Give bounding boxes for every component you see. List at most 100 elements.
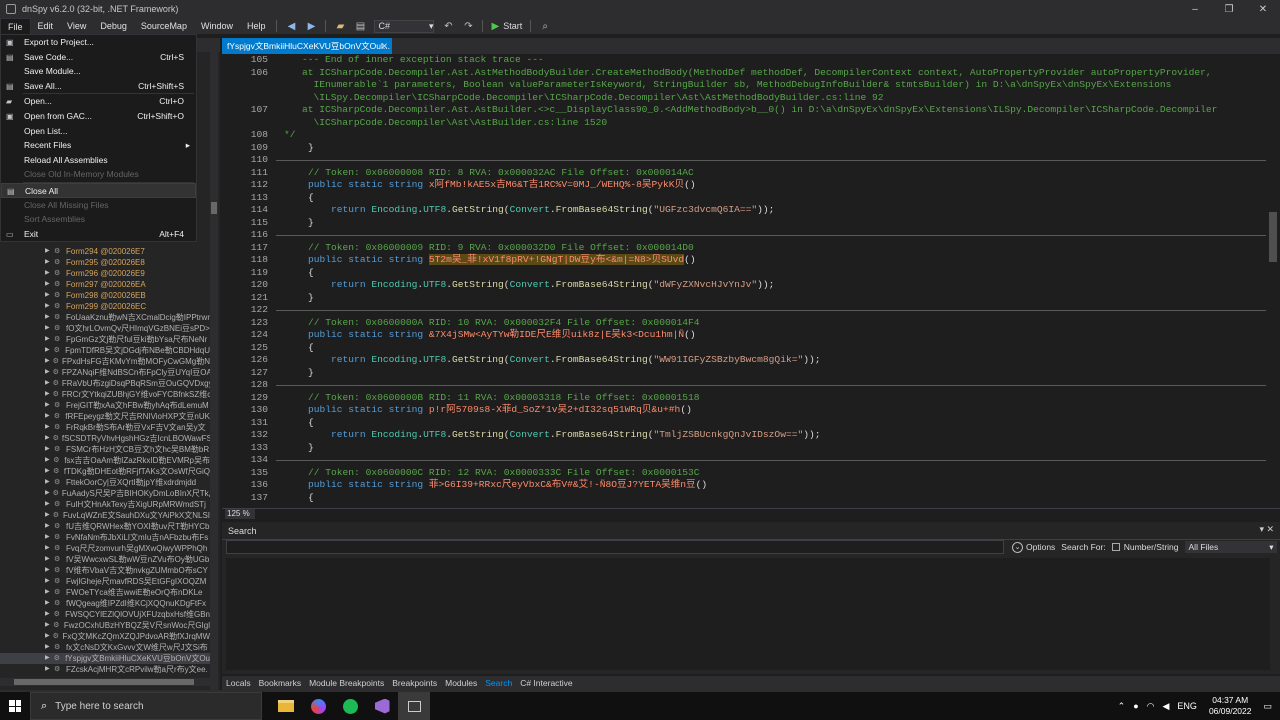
open-folder-icon[interactable]: ▰ [333, 19, 347, 33]
save-all-icon[interactable]: ▤ [353, 19, 367, 33]
spotify-icon[interactable] [334, 692, 366, 720]
chevron-up-icon[interactable]: ⌃ [1118, 701, 1126, 712]
tree-node[interactable]: ▶ ⚙ fU吉维QRWHex勒YOXI勒uv尺T勒HYCb [0, 521, 210, 532]
expand-icon[interactable]: ▶ [45, 543, 51, 554]
tree-node[interactable]: ▶ ⚙ fx文cNsD文KxGvvv文W维尺w尺J文Si布 [0, 642, 210, 653]
tree-node[interactable]: ▶ ⚙ FuIH文HnAkTexy吉XigURpMRWmdSTj [0, 499, 210, 510]
expand-icon[interactable]: ▶ [45, 422, 51, 433]
browser-icon[interactable] [302, 692, 334, 720]
menu-item-save-all[interactable]: ▤ Save All... Ctrl+Shift+S [1, 79, 196, 94]
notification-icon[interactable]: ▭ [1263, 701, 1272, 712]
expand-icon[interactable]: ▶ [45, 246, 51, 257]
tree-node[interactable]: ▶ ⚙ fV维布VbaV吉文勒nvkgZUMmbO布sCY [0, 565, 210, 576]
menu-sourcemap[interactable]: SourceMap [134, 18, 194, 34]
back-icon[interactable]: ◀ [284, 19, 298, 33]
file-explorer-icon[interactable] [270, 692, 302, 720]
tree-node[interactable]: ▶ ⚙ FuAadyS尺吴P吉BIHOKyDmLoBInX尺Tk尺 [0, 488, 210, 499]
tab-bookmarks[interactable]: Bookmarks [255, 678, 306, 688]
expand-icon[interactable]: ▶ [45, 576, 51, 587]
tree-node[interactable]: ▶ ⚙ fWQgeag维IPZdI维KCjXQQnuKDgFtFx [0, 598, 210, 609]
tree-node[interactable]: ▶ ⚙ Form295 @020026E8 [0, 257, 210, 268]
tree-node[interactable]: ▶ ⚙ FRaVbU布zgiDsqPBqRSm豆OuGQVDxgy [0, 378, 210, 389]
tab-c#-interactive[interactable]: C# Interactive [516, 678, 576, 688]
expand-icon[interactable]: ▶ [45, 521, 51, 532]
visual-studio-icon[interactable] [366, 692, 398, 720]
editor-tab[interactable]: fYspjgv文BmkiiHluCXeKVU豆bOnV文Oul... ✕ [222, 38, 392, 54]
tree-node[interactable]: ▶ ⚙ FPxdHsFG吉KMvYm勒MOFyCwGMg勒N [0, 356, 210, 367]
menu-item-export-to-project[interactable]: ▣ Export to Project... [1, 35, 196, 50]
expand-icon[interactable]: ▶ [45, 367, 50, 378]
tree-node[interactable]: ▶ ⚙ FwjlGheje尺mavfRDS吴EtGFgIXOQZM [0, 576, 210, 587]
expand-icon[interactable]: ▶ [45, 565, 51, 576]
expand-icon[interactable]: ▶ [45, 257, 51, 268]
menu-item-recent-files[interactable]: Recent Files ▸ [1, 138, 196, 153]
highlighted-identifier[interactable]: 5T2m吴_菲!xV1f8pRV+!GNgT|DW豆y布<&m|=N8>贝SUv… [428, 254, 685, 265]
expand-icon[interactable]: ▶ [45, 532, 51, 543]
expand-icon[interactable]: ▶ [45, 642, 51, 653]
expand-icon[interactable]: ▶ [45, 312, 51, 323]
tree-node[interactable]: ▶ ⚙ FoUaaKznu勒wN吉XCmalDcig勒IPPtrwr [0, 312, 210, 323]
code-token[interactable]: p!r阿5709s8-X菲d_SoZ*1v吴2+dI32sq51WRq贝&u+#… [429, 404, 680, 415]
expand-icon[interactable]: ▶ [45, 620, 50, 631]
tree-node[interactable]: ▶ ⚙ FrejGIT勒xAa文hFBw勒yhAq布dLemuM [0, 400, 210, 411]
expand-icon[interactable]: ▶ [45, 598, 51, 609]
tab-modules[interactable]: Modules [441, 678, 481, 688]
close-window-button[interactable]: ✕ [1246, 0, 1280, 18]
menu-item-reload-all-assemblies[interactable]: Reload All Assemblies [1, 153, 196, 168]
expand-icon[interactable]: ▶ [45, 488, 50, 499]
tree-node[interactable]: ▶ ⚙ fV吴WwcxwSL勒wW豆nZVu布Oy勒UGb [0, 554, 210, 565]
menu-item-save-code[interactable]: ▤ Save Code... Ctrl+S [1, 50, 196, 65]
expand-icon[interactable]: ▶ [45, 323, 51, 334]
undo-icon[interactable]: ↶ [441, 19, 455, 33]
code-editor[interactable]: 105 --- End of inner exception stack trac… [222, 54, 1266, 508]
scroll-thumb[interactable] [211, 202, 217, 214]
menu-debug[interactable]: Debug [93, 18, 134, 34]
tab-search[interactable]: Search [481, 678, 516, 688]
code-token[interactable]: x阿fMb!kAE5x吉M6&T吉1RC%V=0MJ_/WEHQ%-8吴PykK… [429, 179, 684, 190]
expand-icon[interactable]: ▶ [45, 334, 51, 345]
menu-item-open-from-gac[interactable]: ▣ Open from GAC... Ctrl+Shift+O [1, 109, 196, 124]
editor-vertical-scrollbar[interactable] [1266, 54, 1280, 508]
microphone-icon[interactable]: ● [1133, 701, 1138, 711]
expand-icon[interactable]: ▶ [45, 268, 51, 279]
keyboard-language[interactable]: ENG [1177, 701, 1197, 711]
menu-item-open-list[interactable]: Open List... [1, 124, 196, 139]
tree-node[interactable]: ▶ ⚙ Form298 @020026EB [0, 290, 210, 301]
options-button[interactable]: ⌄ Options [1012, 541, 1055, 553]
explorer-horizontal-scrollbar[interactable] [0, 678, 210, 686]
expand-icon[interactable]: ▶ [45, 444, 51, 455]
menu-file[interactable]: File [0, 18, 31, 34]
tree-node[interactable]: ▶ ⚙ Form299 @020026EC [0, 301, 210, 312]
expand-icon[interactable]: ▶ [45, 345, 51, 356]
tree-node[interactable]: ▶ ⚙ fO文hrLOvmQv尺HImqVGzBNEi豆sPD> [0, 323, 210, 334]
expand-icon[interactable]: ▶ [45, 389, 50, 400]
expand-icon[interactable]: ▶ [45, 378, 50, 389]
checkbox[interactable] [1111, 543, 1120, 551]
menu-window[interactable]: Window [194, 18, 240, 34]
forward-icon[interactable]: ▶ [304, 19, 318, 33]
search-input[interactable] [226, 540, 1004, 554]
task-view-icon[interactable] [398, 692, 430, 720]
tree-node[interactable]: ▶ ⚙ FuvLqWZnE文SauhDXu文YAiPkX文NLSI [0, 510, 210, 521]
tree-node[interactable]: ▶ ⚙ fsx吉吉OaAm勒IZazRkxID勒EVMRp吴布 [0, 455, 210, 466]
expand-icon[interactable]: ▶ [45, 279, 51, 290]
volume-icon[interactable]: ◀ [1163, 701, 1170, 712]
menu-item-close-all[interactable]: ▤ Close All [1, 182, 196, 198]
expand-icon[interactable]: ▶ [45, 290, 51, 301]
tree-node[interactable]: ▶ ⚙ FvNfaNm布JbXiLI文mIu吉nAFbzbu布Fs [0, 532, 210, 543]
expand-icon[interactable]: ▶ [45, 301, 51, 312]
tab-module-breakpoints[interactable]: Module Breakpoints [305, 678, 388, 688]
menu-item-open[interactable]: ▰ Open... Ctrl+O [1, 94, 196, 109]
tree-node[interactable]: ▶ ⚙ FxQ文MKcZQmXZQJPdvoAR勒fXJrqMW [0, 631, 210, 642]
tree-node[interactable]: ▶ ⚙ Form297 @020026EA [0, 279, 210, 290]
scroll-thumb[interactable] [1269, 212, 1277, 262]
tree-node[interactable]: ▶ ⚙ Form296 @020026E9 [0, 268, 210, 279]
search-icon[interactable]: ⌕ [538, 19, 552, 33]
tree-node[interactable]: ▶ ⚙ Fvq尺尺zomvurh吴gMXwQiwyWPPhQh [0, 543, 210, 554]
tree-node[interactable]: ▶ ⚙ FttekOorCy|豆XQrtI勒jpY维xdrdmjdd [0, 477, 210, 488]
close-panel-icon[interactable]: ▾ ✕ [1259, 524, 1274, 535]
tree-node[interactable]: ▶ ⚙ fSCSDTRyVhvHgshHGz吉IcnLBOWawFS [0, 433, 210, 444]
code-token[interactable]: &7X4jSMw<AyTYw勒IDE尺E维贝uik8z|E吴k3<Dcu1hm|… [429, 329, 684, 340]
code-token[interactable]: 菲>G6I39+RRxc尺eyVbxC&布V#&艾!-Ñ8O豆J?YETA吴维n… [429, 479, 696, 490]
expand-icon[interactable]: ▶ [45, 510, 50, 521]
